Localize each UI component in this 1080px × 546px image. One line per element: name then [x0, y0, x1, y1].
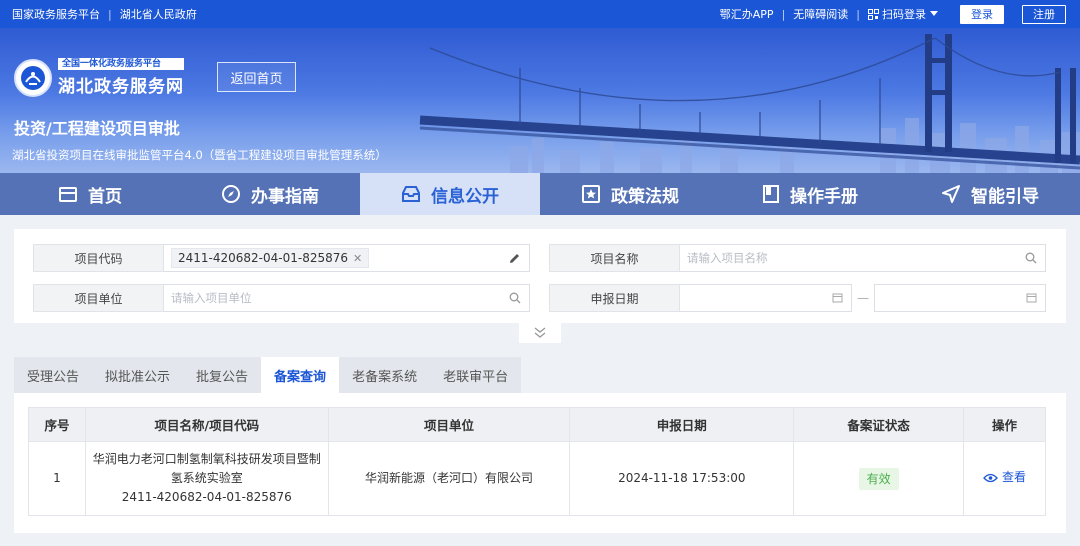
filter-report-date: 申报日期 — [549, 284, 1046, 312]
results-panel: 序号 项目名称/项目代码 项目单位 申报日期 备案证状态 操作 1 华润电力老河… [14, 393, 1066, 533]
nav-label: 信息公开 [431, 186, 499, 207]
divider: | [781, 7, 786, 21]
project-unit-input[interactable]: 请输入项目单位 [164, 284, 530, 312]
project-name-line: 氢系统实验室 [170, 471, 243, 485]
project-code: 2411-420682-04-01-825876 [121, 490, 292, 504]
nav-home[interactable]: 首页 [0, 173, 180, 215]
tab-approval-reply[interactable]: 批复公告 [183, 357, 261, 393]
view-button[interactable]: 查看 [983, 468, 1026, 487]
nav-label: 智能引导 [971, 186, 1039, 207]
system-subtitle: 湖北省投资项目在线审批监管平台4.0（暨省工程建设项目审批管理系统） [12, 148, 387, 162]
banner: 全国一体化政务服务平台 湖北政务服务网 返回首页 投资/工程建设项目审批 湖北省… [0, 28, 1080, 173]
placeholder: 请输入项目单位 [171, 291, 252, 305]
link-provincial-gov[interactable]: 湖北省人民政府 [120, 6, 197, 22]
expand-filters-toggle[interactable] [519, 323, 561, 343]
cell-report-date: 2024-11-18 17:53:00 [569, 441, 795, 516]
qrcode-icon [868, 8, 879, 20]
nav-label: 办事指南 [251, 186, 319, 207]
column-header: 操作 [963, 407, 1046, 442]
link-app[interactable]: 鄂汇办APP [720, 6, 774, 22]
column-header: 序号 [28, 407, 86, 442]
logo-subtitle: 全国一体化政务服务平台 [58, 58, 184, 70]
double-chevron-down-icon [534, 327, 546, 338]
start-date-input[interactable] [680, 284, 852, 312]
filter-label: 项目代码 [33, 244, 164, 272]
project-code-input[interactable]: 2411-420682-04-01-825876 ✕ [164, 244, 530, 272]
filter-project-name: 项目名称 请输入项目名称 [549, 244, 1046, 272]
divider: | [856, 7, 860, 21]
pencil-icon[interactable] [508, 252, 521, 265]
home-icon [59, 187, 77, 202]
column-header: 申报日期 [569, 407, 795, 442]
login-button[interactable]: 登录 [960, 4, 1004, 24]
date-range-separator: — [857, 291, 869, 305]
close-icon[interactable]: ✕ [353, 252, 362, 265]
scan-login-label: 扫码登录 [882, 8, 926, 21]
scan-login-dropdown[interactable]: 扫码登录 [868, 6, 938, 22]
nav-info-public[interactable]: 信息公开 [360, 173, 540, 215]
view-label: 查看 [1001, 470, 1026, 485]
star-doc-icon [582, 185, 600, 203]
nav-smart-guide[interactable]: 智能引导 [900, 173, 1080, 215]
search-filter-panel: 项目代码 2411-420682-04-01-825876 ✕ 项目名称 请输入… [14, 229, 1066, 323]
cell-index: 1 [28, 441, 86, 516]
cell-project-name-code: 华润电力老河口制氢制氧科技研发项目暨制 氢系统实验室 2411-420682-0… [84, 441, 329, 516]
tab-filing-query[interactable]: 备案查询 [261, 357, 340, 393]
navigation-icon [942, 185, 960, 203]
tab-old-filing-system[interactable]: 老备案系统 [339, 357, 430, 393]
status-badge: 有效 [858, 467, 899, 490]
inbox-icon [402, 186, 420, 202]
tag-text: 2411-420682-04-01-825876 [178, 251, 349, 265]
filter-label: 项目名称 [549, 244, 680, 272]
tab-acceptance[interactable]: 受理公告 [14, 357, 92, 393]
emblem-icon [14, 58, 52, 97]
placeholder: 请输入项目名称 [687, 251, 768, 265]
back-home-button[interactable]: 返回首页 [217, 62, 296, 92]
project-name-line: 华润电力老河口制氢制氧科技研发项目暨制 [92, 452, 321, 466]
nav-manual[interactable]: 操作手册 [720, 173, 900, 215]
caret-down-icon [930, 11, 938, 16]
search-icon[interactable] [1025, 252, 1037, 264]
divider: | [108, 7, 112, 21]
main-nav: 首页 办事指南 信息公开 政策法规 操作手册 智能引导 [0, 173, 1080, 215]
compass-icon [222, 185, 240, 203]
end-date-input[interactable] [874, 284, 1046, 312]
register-button[interactable]: 注册 [1022, 4, 1066, 24]
filter-label: 申报日期 [549, 284, 680, 312]
announcement-tabs: 受理公告 拟批准公示 批复公告 备案查询 老备案系统 老联审平台 [14, 357, 522, 393]
calendar-icon [1026, 293, 1037, 303]
filter-label: 项目单位 [33, 284, 164, 312]
filter-project-code: 项目代码 2411-420682-04-01-825876 ✕ [33, 244, 530, 272]
site-logo[interactable]: 全国一体化政务服务平台 湖北政务服务网 [14, 58, 184, 97]
logo-title: 湖北政务服务网 [58, 77, 184, 97]
project-code-tag: 2411-420682-04-01-825876 ✕ [171, 248, 370, 268]
system-title: 投资/工程建设项目审批 [14, 119, 180, 138]
table-header-row: 序号 项目名称/项目代码 项目单位 申报日期 备案证状态 操作 [28, 407, 1046, 442]
tab-approval-pending[interactable]: 拟批准公示 [92, 357, 183, 393]
eye-icon [983, 473, 998, 482]
results-table: 序号 项目名称/项目代码 项目单位 申报日期 备案证状态 操作 1 华润电力老河… [28, 407, 1046, 516]
filter-project-unit: 项目单位 请输入项目单位 [33, 284, 530, 312]
project-name-input[interactable]: 请输入项目名称 [680, 244, 1046, 272]
link-accessible-reading[interactable]: 无障碍阅读 [793, 6, 848, 22]
cell-status: 有效 [793, 441, 964, 516]
top-bar: 国家政务服务平台 | 湖北省人民政府 鄂汇办APP | 无障碍阅读 | 扫码登录… [0, 0, 1080, 28]
link-national-platform[interactable]: 国家政务服务平台 [12, 6, 100, 22]
cell-project-unit: 华润新能源（老河口）有限公司 [327, 441, 571, 516]
column-header: 项目单位 [327, 407, 571, 442]
table-row: 1 华润电力老河口制氢制氧科技研发项目暨制 氢系统实验室 2411-420682… [28, 441, 1046, 516]
nav-policy[interactable]: 政策法规 [540, 173, 720, 215]
tab-old-joint-review[interactable]: 老联审平台 [430, 357, 521, 393]
search-icon[interactable] [509, 292, 521, 304]
nav-guide[interactable]: 办事指南 [180, 173, 360, 215]
cell-action: 查看 [963, 441, 1046, 516]
nav-label: 操作手册 [790, 186, 858, 207]
column-header: 项目名称/项目代码 [84, 407, 329, 442]
nav-label: 政策法规 [611, 186, 679, 207]
column-header: 备案证状态 [793, 407, 964, 442]
nav-label: 首页 [88, 186, 122, 207]
calendar-icon [832, 293, 843, 303]
book-icon [763, 185, 779, 203]
